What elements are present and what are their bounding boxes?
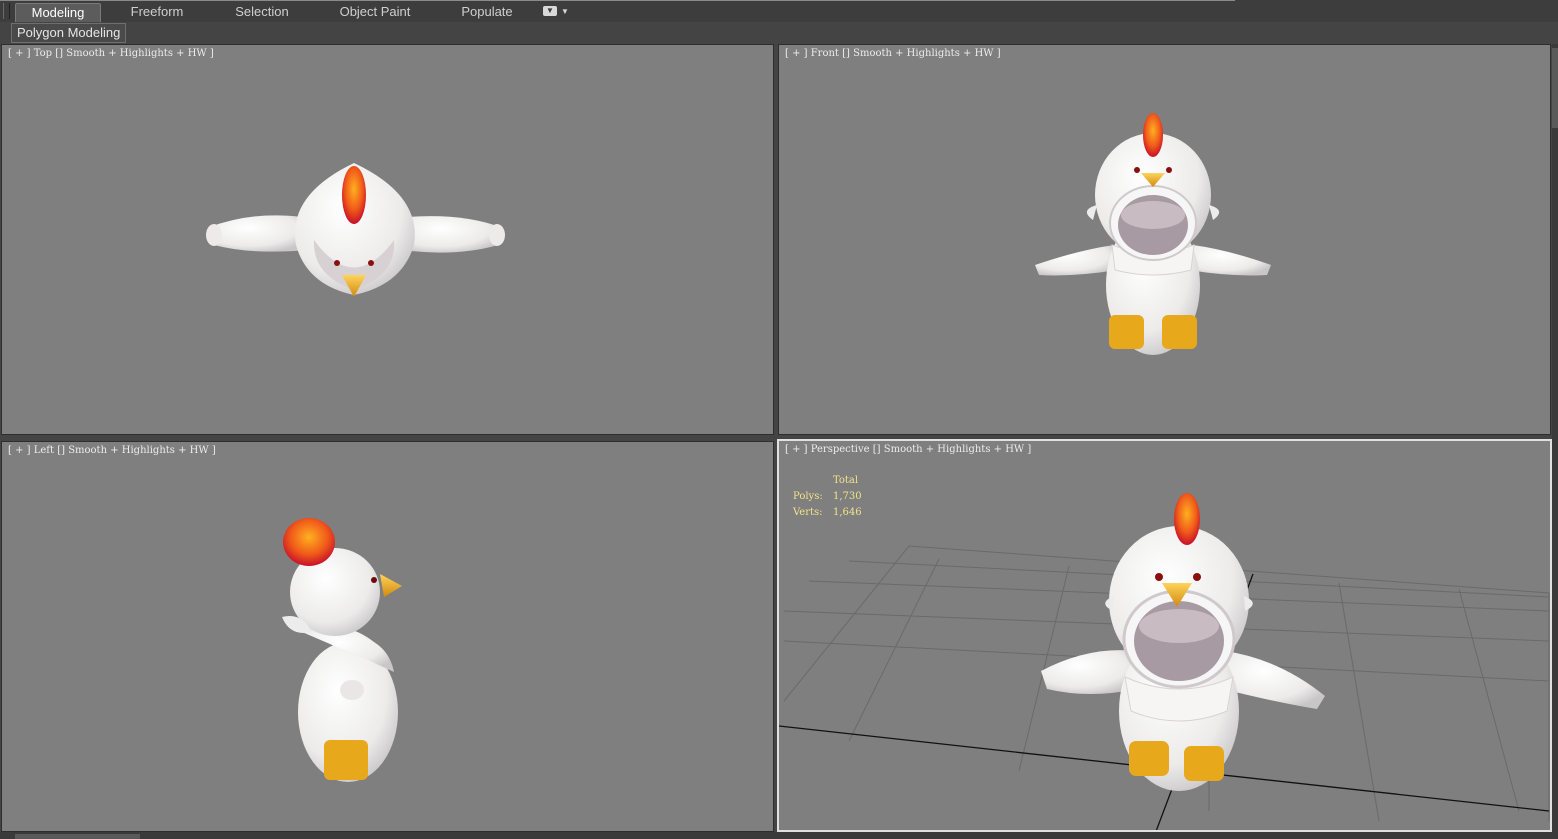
scrollbar-thumb[interactable] (1552, 48, 1558, 128)
polygon-modeling-panel-button[interactable]: Polygon Modeling (11, 23, 127, 43)
bottom-status-strip (0, 832, 1558, 839)
dropdown-options-icon: ▼ (543, 6, 557, 16)
chicken-model-top-view[interactable] (2, 45, 773, 434)
ribbon-grip-handle[interactable] (3, 3, 10, 19)
ribbon-top-divider (0, 0, 1235, 1)
viewport-left[interactable]: [ + ] Left [] Smooth + Highlights + HW ] (1, 441, 774, 832)
chicken-model-left-view[interactable] (2, 442, 773, 831)
tab-modeling[interactable]: Modeling (15, 3, 101, 22)
tab-populate[interactable]: Populate (452, 3, 522, 21)
perspective-scene[interactable] (779, 441, 1550, 830)
tab-object-paint[interactable]: Object Paint (333, 3, 417, 21)
timeline-slider[interactable] (15, 834, 140, 839)
right-scrollbar[interactable] (1552, 44, 1558, 839)
tab-freeform[interactable]: Freeform (118, 3, 196, 21)
viewport-top[interactable]: [ + ] Top [] Smooth + Highlights + HW ] (1, 44, 774, 435)
ribbon-panel: Polygon Modeling (0, 22, 1558, 43)
ribbon-tab-bar: Modeling Freeform Selection Object Paint… (0, 0, 1558, 23)
viewport-front[interactable]: [ + ] Front [] Smooth + Highlights + HW … (778, 44, 1551, 435)
ribbon-options-dropdown[interactable]: ▼ ▼ (543, 6, 569, 18)
chevron-down-icon: ▼ (561, 7, 569, 16)
viewport-perspective[interactable]: [ + ] Perspective [] Smooth + Highlights… (777, 439, 1552, 832)
tab-selection[interactable]: Selection (222, 3, 302, 21)
chicken-model-front-view[interactable] (779, 45, 1550, 434)
